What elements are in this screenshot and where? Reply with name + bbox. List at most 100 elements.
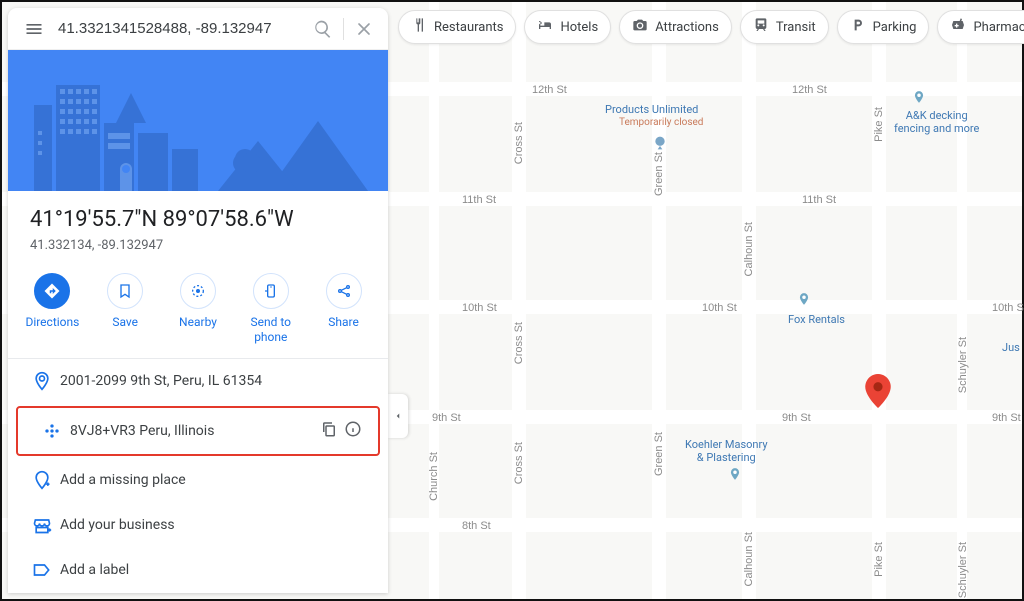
label-10th-c: 10th St	[992, 302, 1024, 314]
action-row: Directions Save Nearby Send to phone Sha…	[8, 267, 388, 359]
share-button[interactable]: Share	[312, 273, 376, 344]
dropped-pin[interactable]	[865, 374, 891, 408]
copy-button[interactable]	[320, 420, 338, 442]
search-input[interactable]	[54, 20, 305, 37]
action-label: Share	[328, 315, 359, 329]
road-schuyler	[957, 2, 967, 599]
storefront-icon	[24, 515, 60, 535]
label-calhoun-a: Calhoun St	[743, 222, 755, 276]
poi-products-unlimited-status: Temporarily closed	[619, 117, 703, 128]
chip-label: Parking	[873, 20, 917, 35]
pin-icon	[24, 371, 60, 391]
directions-icon	[34, 273, 70, 309]
menu-icon	[24, 19, 44, 39]
chip-parking[interactable]: Parking	[837, 10, 930, 44]
train-icon	[753, 17, 769, 37]
send-to-phone-button[interactable]: Send to phone	[239, 273, 303, 344]
chip-label: Hotels	[560, 20, 598, 35]
add-place-icon	[24, 470, 60, 490]
label-9th-c: 9th St	[992, 412, 1021, 424]
label-12th-b: 12th St	[792, 84, 827, 96]
add-missing-text: Add a missing place	[60, 472, 372, 488]
title-block: 41°19'55.7"N 89°07'58.6"W 41.332134, -89…	[8, 191, 388, 267]
share-icon	[326, 273, 362, 309]
fork-knife-icon	[411, 17, 427, 37]
action-label: Save	[112, 315, 138, 329]
plus-code-text: 8VJ8+VR3 Peru, Illinois	[70, 423, 320, 439]
hero-illustration	[8, 50, 388, 191]
poi-ak-decking[interactable]: A&K decking fencing and more	[894, 110, 979, 135]
poi-koehler-icon[interactable]	[728, 465, 742, 483]
search-button[interactable]	[305, 11, 341, 47]
chip-pharmacies[interactable]: Pharmacies	[937, 10, 1024, 44]
directions-button[interactable]: Directions	[20, 273, 84, 344]
phone-icon	[253, 273, 289, 309]
add-missing-place-item[interactable]: Add a missing place	[8, 458, 388, 503]
action-label: Nearby	[179, 315, 217, 329]
road-church	[429, 2, 439, 599]
menu-button[interactable]	[14, 9, 54, 49]
plus-code-icon	[34, 421, 70, 441]
bed-icon	[537, 17, 553, 37]
label-11th-b: 11th St	[802, 194, 836, 206]
category-chip-row: Restaurants Hotels Attractions Transit P…	[398, 10, 1024, 44]
label-10th-a: 10th St	[462, 302, 497, 314]
label-green-a: Green St	[653, 152, 665, 196]
plus-code-item[interactable]: 8VJ8+VR3 Peru, Illinois	[16, 406, 380, 456]
add-label-item[interactable]: Add a label	[8, 548, 388, 593]
add-business-item[interactable]: Add your business	[8, 503, 388, 548]
detail-list: 2001-2099 9th St, Peru, IL 61354 8VJ8+VR…	[8, 359, 388, 593]
nearby-icon	[180, 273, 216, 309]
side-panel: 41°19'55.7"N 89°07'58.6"W 41.332134, -89…	[8, 8, 388, 593]
address-item[interactable]: 2001-2099 9th St, Peru, IL 61354	[8, 359, 388, 404]
chip-label: Restaurants	[434, 20, 503, 35]
clear-search-button[interactable]	[346, 11, 382, 47]
road-green	[652, 2, 666, 599]
pharmacy-icon	[950, 17, 966, 37]
action-label: Directions	[25, 315, 79, 329]
label-8th: 8th St	[462, 520, 491, 532]
address-text: 2001-2099 9th St, Peru, IL 61354	[60, 373, 372, 389]
chip-label: Transit	[776, 20, 816, 35]
nearby-button[interactable]: Nearby	[166, 273, 230, 344]
collapse-side-panel[interactable]	[388, 394, 408, 438]
add-business-text: Add your business	[60, 517, 372, 533]
divider	[343, 18, 344, 40]
coords-decimal: 41.332134, -89.132947	[30, 238, 366, 253]
label-9th-b: 9th St	[782, 412, 811, 424]
chip-label: Attractions	[655, 20, 719, 35]
chip-transit[interactable]: Transit	[740, 10, 829, 44]
save-button[interactable]: Save	[93, 273, 157, 344]
label-church: Church St	[428, 452, 440, 501]
poi-jus[interactable]: Jus	[1002, 342, 1020, 355]
chip-label: Pharmacies	[973, 20, 1024, 35]
label-schuyler-a: Schuyler St	[957, 337, 969, 393]
parking-icon	[850, 17, 866, 37]
camera-icon	[632, 17, 648, 37]
label-12th-a: 12th St	[532, 84, 567, 96]
road-pike	[872, 2, 886, 599]
chip-restaurants[interactable]: Restaurants	[398, 10, 516, 44]
search-bar	[8, 8, 388, 50]
road-calhoun	[742, 2, 756, 599]
poi-ak-icon[interactable]	[912, 88, 926, 106]
label-pike-a: Pike St	[873, 107, 885, 142]
info-button[interactable]	[344, 420, 362, 442]
label-cross-a: Cross St	[513, 122, 525, 164]
poi-fox-icon[interactable]	[797, 290, 811, 308]
poi-koehler[interactable]: Koehler Masonry & Plastering	[685, 439, 768, 464]
add-label-text: Add a label	[60, 562, 372, 578]
poi-products-unlimited-icon[interactable]	[653, 134, 667, 152]
label-10th-b: 10th St	[702, 302, 737, 314]
search-icon	[313, 19, 333, 39]
chip-hotels[interactable]: Hotels	[524, 10, 611, 44]
poi-fox-rentals[interactable]: Fox Rentals	[788, 314, 845, 327]
poi-products-unlimited[interactable]: Products Unlimited	[605, 104, 698, 117]
action-label: Send to phone	[239, 315, 303, 344]
label-icon	[24, 560, 60, 580]
chip-attractions[interactable]: Attractions	[619, 10, 732, 44]
label-cross-c: Cross St	[513, 442, 525, 484]
label-11th-a: 11th St	[462, 194, 496, 206]
road-cross	[512, 2, 526, 599]
coords-dms: 41°19'55.7"N 89°07'58.6"W	[30, 207, 366, 232]
